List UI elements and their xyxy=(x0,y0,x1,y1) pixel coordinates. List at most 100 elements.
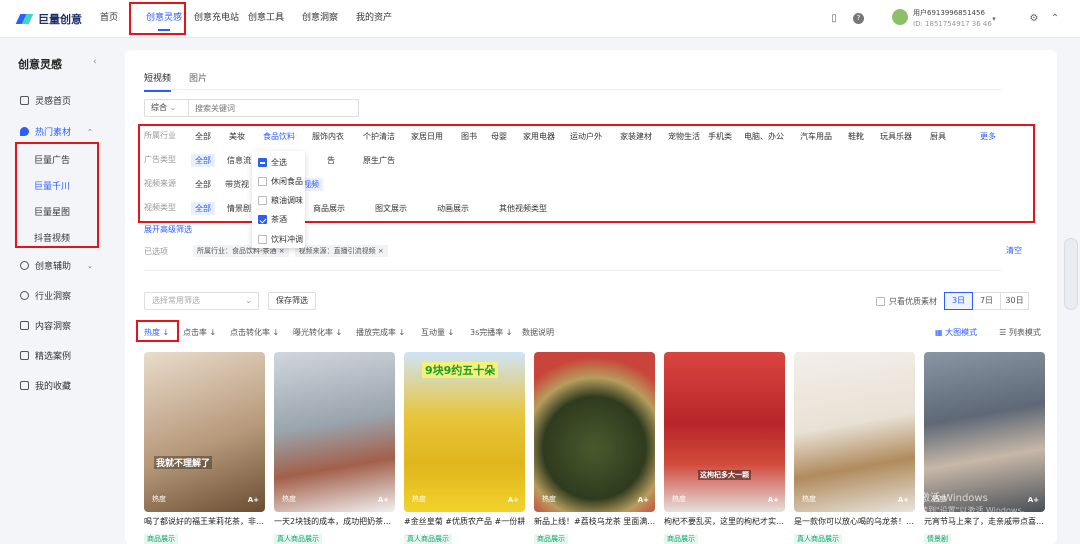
sidebar-item-featured-cases[interactable]: 精选案例 xyxy=(20,349,71,362)
common-filter-select[interactable]: 选择常用筛选 ⌄ xyxy=(144,292,259,310)
checkbox[interactable] xyxy=(258,177,267,186)
sidebar-item-creative-assist[interactable]: 创意辅助 ⌄ xyxy=(20,259,93,272)
card-tag: 真人商品展示 xyxy=(794,534,842,544)
sidebar-item-inspiration-home[interactable]: 灵感首页 xyxy=(20,94,71,107)
selected-tag[interactable]: 视频来源：直播引流视频 × xyxy=(294,245,388,257)
checkbox[interactable] xyxy=(876,297,885,306)
card-title[interactable]: 喝了都说好的福王茉莉花茶，非… xyxy=(144,516,265,527)
sort-3s-completion[interactable]: 3s完播率 ↓ xyxy=(470,327,513,338)
nav-home[interactable]: 首页 xyxy=(100,0,130,38)
video-thumbnail[interactable]: 9块9约五十朵 热度 A+ xyxy=(404,352,525,512)
chevron-down-icon: ⌄ xyxy=(87,261,93,270)
phone-icon[interactable]: ▯ xyxy=(829,13,839,25)
dropdown-option[interactable]: 粮油调味 xyxy=(258,195,303,206)
video-thumbnail[interactable]: 热度 A+ xyxy=(794,352,915,512)
settings-icon[interactable]: ⚙ xyxy=(1029,13,1039,25)
floating-widget[interactable] xyxy=(1064,238,1078,310)
chevron-up-icon: ⌃ xyxy=(87,127,93,136)
help-icon[interactable]: ? xyxy=(853,13,864,24)
nav-creative-insight[interactable]: 创意洞察 xyxy=(302,0,356,38)
card-title[interactable]: 是一款你可以放心喝的乌龙茶！… xyxy=(794,516,915,527)
search-type-value: 综合 xyxy=(151,103,167,112)
dropdown-option[interactable]: 休闲食品 xyxy=(258,176,303,187)
nav-creative-station[interactable]: 创意充电站 xyxy=(194,0,248,38)
dropdown-option[interactable]: 饮料冲调 xyxy=(258,234,303,245)
dropdown-option-all[interactable]: 全选 xyxy=(258,157,287,168)
checkbox[interactable] xyxy=(258,158,267,167)
sidebar-item-label: 创意辅助 xyxy=(35,262,72,272)
sidebar-item-label: 精选案例 xyxy=(35,352,72,362)
data-explain-link[interactable]: 数据说明 xyxy=(522,327,554,338)
list-icon: ☰ xyxy=(999,328,1009,337)
checkbox[interactable] xyxy=(258,235,267,244)
material-card[interactable]: 热度 A+ 新品上线！#荔枝乌龙茶 里面满… 商品展示 xyxy=(534,352,655,544)
mode-label: 列表模式 xyxy=(1008,328,1041,337)
windows-watermark: 激活 Windows xyxy=(920,493,988,504)
heat-label: 热度 xyxy=(282,495,296,503)
video-caption: 我就不理解了 xyxy=(154,456,213,469)
material-card[interactable]: 热度 A+ 是一款你可以放心喝的乌龙茶！… 真人商品展示 xyxy=(794,352,915,544)
list-view-mode[interactable]: ☰ 列表模式 xyxy=(999,327,1041,338)
common-filter-placeholder: 选择常用筛选 xyxy=(152,296,200,305)
user-info[interactable]: 用户6913996851456 ID: 1851754917 36 46 xyxy=(913,8,992,30)
sort-ctr[interactable]: 点击率 ↓ xyxy=(183,327,221,338)
card-title[interactable]: 一天2块钱的成本，成功把奶茶… xyxy=(274,516,395,527)
material-card[interactable]: 9块9约五十朵 热度 A+ #金丝皇菊 #优质农产品 #一份耕… 真人商品展示 xyxy=(404,352,525,544)
option-label: 饮料冲调 xyxy=(271,235,303,244)
search-input[interactable] xyxy=(189,103,349,113)
sort-click-cvr[interactable]: 点击转化率 ↓ xyxy=(230,327,284,338)
day-option-30[interactable]: 30日 xyxy=(1000,292,1029,310)
material-card[interactable]: 这枸杞多大一颗 热度 A+ 枸杞不要乱买，这里的枸杞才实… 商品展示 xyxy=(664,352,785,544)
sidebar-item-industry-insight[interactable]: 行业洞察 xyxy=(20,289,71,302)
sidebar-item-label: 内容洞察 xyxy=(35,322,72,332)
card-tag: 商品展示 xyxy=(144,534,178,544)
material-card[interactable]: 我就不理解了 热度 A+ 喝了都说好的福王茉莉花茶，非… 商品展示 xyxy=(144,352,265,544)
sidebar-item-my-favorites[interactable]: 我的收藏 xyxy=(20,379,71,392)
nav-creative-tools[interactable]: 创意工具 xyxy=(248,0,302,38)
card-tag: 真人商品展示 xyxy=(404,534,452,544)
grade-badge: A+ xyxy=(507,496,519,504)
sidebar-item-content-insight[interactable]: 内容洞察 xyxy=(20,319,71,332)
day-option-3[interactable]: 3日 xyxy=(944,292,973,310)
video-caption: 这枸杞多大一颗 xyxy=(698,470,751,480)
search-type-select[interactable]: 综合 ⌄ xyxy=(145,100,189,116)
video-thumbnail[interactable]: 热度 A+ xyxy=(274,352,395,512)
logo[interactable]: 巨量创意 xyxy=(15,11,82,27)
large-view-mode[interactable]: ▦ 大图模式 xyxy=(935,327,977,338)
quality-only-label: 只看优质素材 xyxy=(889,297,937,306)
option-label: 茶酒 xyxy=(271,215,287,224)
card-title[interactable]: #金丝皇菊 #优质农产品 #一份耕… xyxy=(404,516,525,527)
video-thumbnail[interactable]: 热度 A+ xyxy=(924,352,1045,512)
sidebar-item-hot-materials[interactable]: 热门素材 ⌃ xyxy=(20,125,93,138)
expand-advanced-filter-link[interactable]: 展开高级筛选 xyxy=(144,224,192,235)
material-card[interactable]: 热度 A+ 一天2块钱的成本，成功把奶茶… 真人商品展示 xyxy=(274,352,395,544)
sidebar-item-label: 热门素材 xyxy=(35,128,72,138)
sort-completion-rate[interactable]: 播放完成率 ↓ xyxy=(356,327,412,338)
nav-my-assets[interactable]: 我的资产 xyxy=(356,0,396,38)
card-title[interactable]: 新品上线！#荔枝乌龙茶 里面满… xyxy=(534,516,655,527)
top-bar: 巨量创意 首页 创意灵感 创意充电站 创意工具 创意洞察 我的资产 ▯ ? 用户… xyxy=(0,0,1080,38)
compass-icon xyxy=(20,291,29,300)
grade-badge: A+ xyxy=(1027,496,1039,504)
assist-icon xyxy=(20,261,29,270)
video-thumbnail[interactable]: 这枸杞多大一颗 热度 A+ xyxy=(664,352,785,512)
quality-only-toggle[interactable]: 只看优质素材 xyxy=(876,296,937,307)
checkbox[interactable] xyxy=(258,196,267,205)
clear-link[interactable]: 清空 xyxy=(1006,245,1022,256)
grade-badge: A+ xyxy=(767,496,779,504)
sort-impression-cvr[interactable]: 曝光转化率 ↓ xyxy=(293,327,347,338)
sort-interaction[interactable]: 互动量 ↓ xyxy=(421,327,461,338)
video-thumbnail[interactable]: 我就不理解了 热度 A+ xyxy=(144,352,265,512)
chevron-down-icon[interactable]: ▾ xyxy=(989,13,999,25)
day-option-7[interactable]: 7日 xyxy=(972,292,1001,310)
dropdown-option-selected[interactable]: 茶酒 xyxy=(258,214,287,225)
card-title[interactable]: 元宵节马上来了，走亲戚带点喜… xyxy=(924,516,1045,527)
sidebar-collapse-icon[interactable]: ‹ xyxy=(93,57,97,67)
save-filter-button[interactable]: 保存筛选 xyxy=(268,292,316,310)
card-title[interactable]: 枸杞不要乱买，这里的枸杞才实… xyxy=(664,516,785,527)
video-thumbnail[interactable]: 热度 A+ xyxy=(534,352,655,512)
avatar[interactable] xyxy=(892,9,908,25)
heat-label: 热度 xyxy=(802,495,816,503)
checkbox[interactable] xyxy=(258,215,267,224)
collapse-icon[interactable]: ⌃ xyxy=(1050,13,1060,25)
